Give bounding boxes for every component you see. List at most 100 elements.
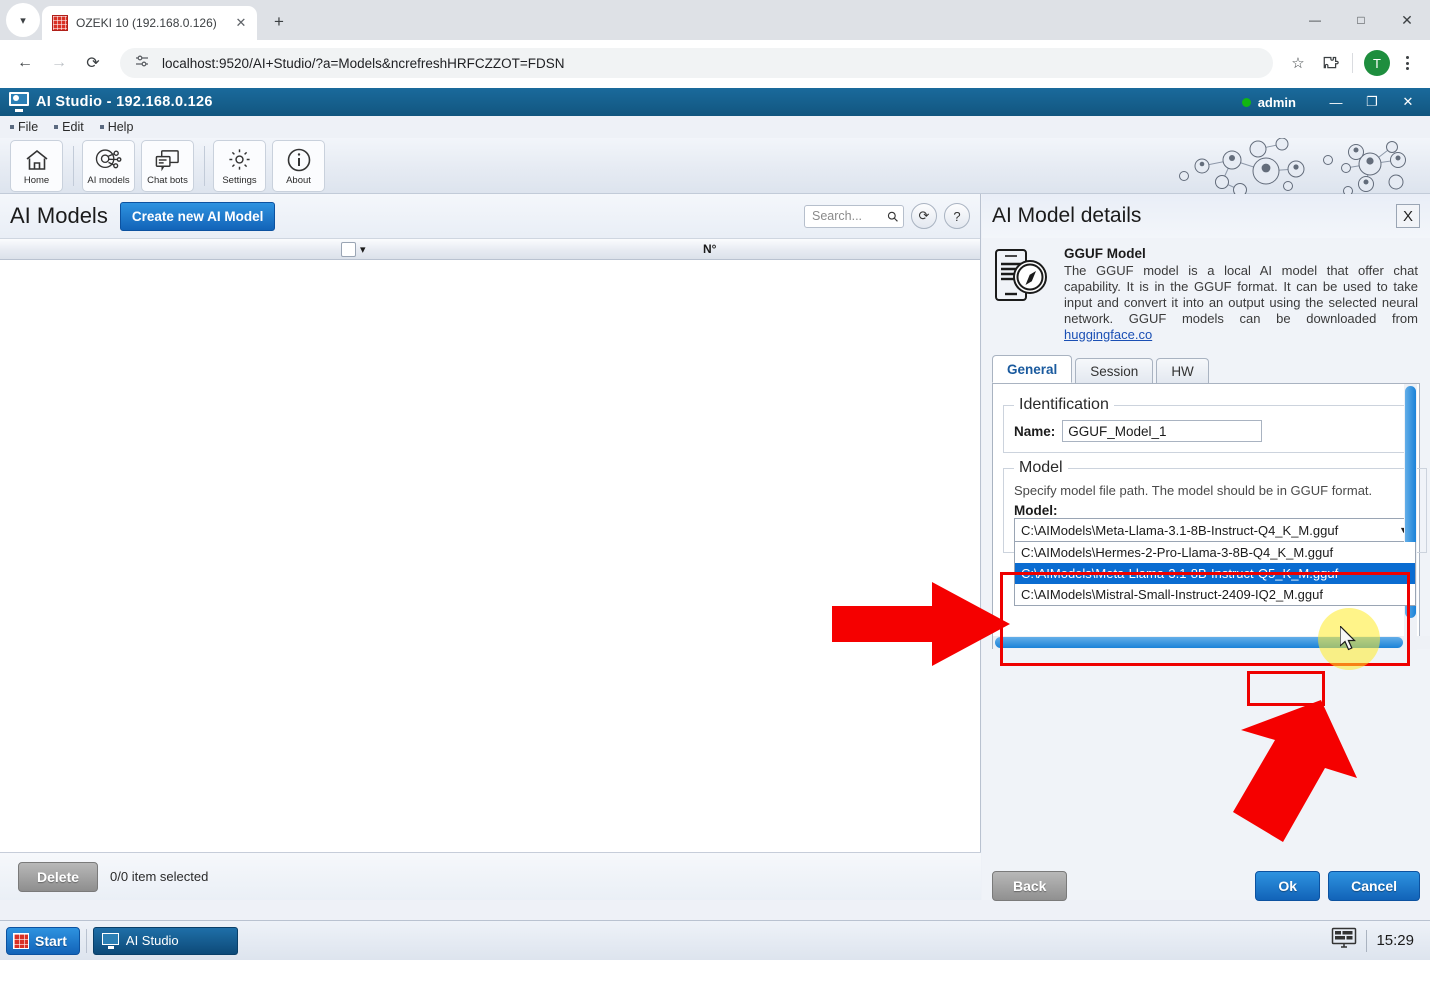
details-vertical-scrollbar[interactable] <box>1404 384 1417 650</box>
bookmark-star-icon[interactable]: ☆ <box>1283 48 1313 78</box>
tab-hw[interactable]: HW <box>1156 358 1209 383</box>
search-input[interactable] <box>810 208 887 224</box>
menu-bullet-icon <box>99 125 104 129</box>
ribbon-label-ai-models: AI models <box>87 174 130 186</box>
start-button[interactable]: Start <box>6 926 80 955</box>
help-icon[interactable]: ? <box>944 203 970 229</box>
app-minimize-button[interactable]: — <box>1318 88 1354 116</box>
new-tab-button[interactable]: + <box>265 8 293 36</box>
site-settings-icon[interactable] <box>134 53 152 74</box>
address-bar-url: localhost:9520/AI+Studio/?a=Models&ncref… <box>162 55 565 71</box>
browser-toolbar: ← → ⟳ localhost:9520/AI+Studio/?a=Models… <box>0 40 1430 86</box>
mouse-cursor-icon <box>1339 624 1358 657</box>
browser-tab-title: OZEKI 10 (192.168.0.126) <box>76 16 217 30</box>
app-close-button[interactable]: ✕ <box>1390 88 1426 116</box>
ozeki-favicon-icon <box>52 15 68 31</box>
model-select[interactable]: C:\AIModels\Meta-Llama-3.1-8B-Instruct-Q… <box>1014 518 1416 542</box>
start-label: Start <box>35 932 67 949</box>
browser-close-button[interactable]: ✕ <box>1384 0 1430 40</box>
ribbon-button-ai-models[interactable]: AI models <box>82 139 135 192</box>
toolbar-divider <box>1352 53 1353 73</box>
extensions-puzzle-icon[interactable] <box>1315 48 1345 78</box>
details-header: AI Model details X <box>982 194 1430 238</box>
model-kind-body: The GGUF model is a local AI model that … <box>1064 263 1418 326</box>
identification-group: Identification Name: <box>1003 396 1409 453</box>
close-icon[interactable]: X <box>1396 204 1420 228</box>
general-tab-panel: Identification Name: Model Specify model… <box>992 383 1430 650</box>
ribbon-button-chat-bots[interactable]: Chat bots <box>141 139 194 192</box>
name-label: Name: <box>1014 423 1056 439</box>
taskbar-divider <box>85 928 87 953</box>
tab-session[interactable]: Session <box>1075 358 1154 383</box>
forward-icon[interactable]: → <box>44 48 74 78</box>
browser-window-controls: — □ ✕ <box>1292 0 1430 40</box>
ok-button[interactable]: Ok <box>1255 871 1321 901</box>
details-horizontal-scrollbar[interactable] <box>993 636 1430 649</box>
menu-item-file[interactable]: File <box>6 119 46 135</box>
back-icon[interactable]: ← <box>10 48 40 78</box>
back-button[interactable]: Back <box>992 871 1068 901</box>
delete-button[interactable]: Delete <box>18 861 99 892</box>
tab-close-icon[interactable]: ✕ <box>231 13 251 33</box>
taskbar-item-label: AI Studio <box>125 933 179 948</box>
profile-avatar[interactable]: T <box>1364 50 1390 76</box>
address-bar[interactable]: localhost:9520/AI+Studio/?a=Models&ncref… <box>120 48 1273 78</box>
app-maximize-button[interactable]: ❐ <box>1354 88 1390 116</box>
browser-maximize-button[interactable]: □ <box>1338 0 1384 40</box>
gear-icon <box>227 146 252 174</box>
create-new-ai-model-button[interactable]: Create new AI Model <box>119 201 276 231</box>
app-menu-bar: File Edit Help <box>0 116 1430 138</box>
search-icon <box>887 211 898 222</box>
menu-bullet-icon <box>54 125 59 129</box>
model-legend: Model <box>1019 459 1063 476</box>
reload-icon[interactable]: ⟳ <box>78 48 108 78</box>
info-icon <box>286 146 312 174</box>
ribbon-button-about[interactable]: About <box>272 139 325 192</box>
model-dropdown-list[interactable]: C:\AIModels\Hermes-2-Pro-Llama-3-8B-Q4_K… <box>1014 542 1416 606</box>
ribbon-button-home[interactable]: Home <box>10 139 63 192</box>
chevron-down-icon[interactable]: ▾ <box>360 243 366 256</box>
model-group: Model Specify model file path. The model… <box>1003 459 1427 606</box>
browser-tab-strip: ▾ OZEKI 10 (192.168.0.126) ✕ + — □ ✕ <box>0 0 1430 40</box>
select-all-checkbox[interactable] <box>341 242 356 257</box>
chat-bots-icon <box>154 146 181 174</box>
tray-divider <box>1366 929 1368 952</box>
menu-item-help[interactable]: Help <box>96 119 142 135</box>
dropdown-option[interactable]: C:\AIModels\Mistral-Small-Instruct-2409-… <box>1015 584 1415 605</box>
browser-tab[interactable]: OZEKI 10 (192.168.0.126) ✕ <box>42 6 257 40</box>
dropdown-option[interactable]: C:\AIModels\Hermes-2-Pro-Llama-3-8B-Q4_K… <box>1015 542 1415 563</box>
taskbar-item-ai-studio[interactable]: AI Studio <box>92 926 238 955</box>
browser-menu-icon[interactable] <box>1394 48 1420 78</box>
menu-bullet-icon <box>10 125 14 129</box>
model-kind-text: The GGUF model is a local AI model that … <box>1064 263 1418 343</box>
browser-toolbar-right: ☆ T <box>1281 48 1420 78</box>
model-help-text: Specify model file path. The model shoul… <box>1014 483 1373 498</box>
refresh-icon[interactable]: ⟳ <box>911 203 937 229</box>
model-selected-value: C:\AIModels\Meta-Llama-3.1-8B-Instruct-Q… <box>1021 522 1339 538</box>
details-tabs: General Session HW <box>982 355 1430 383</box>
menu-item-edit-label: Edit <box>62 120 84 134</box>
page-title: AI Models <box>10 203 108 228</box>
logged-in-user[interactable]: admin <box>1258 95 1296 110</box>
menu-item-edit[interactable]: Edit <box>50 119 92 135</box>
app-ribbon-toolbar: Home AI models Chat bots Settings About <box>0 138 1430 194</box>
display-icon[interactable] <box>1331 927 1357 954</box>
ribbon-divider <box>204 145 205 186</box>
ai-studio-icon <box>101 932 120 949</box>
gguf-model-icon <box>992 246 1054 343</box>
huggingface-link[interactable]: huggingface.co <box>1064 327 1152 342</box>
browser-minimize-button[interactable]: — <box>1292 0 1338 40</box>
details-button-row: Back Ok Cancel <box>982 866 1430 906</box>
app-title-bar: AI Studio - 192.168.0.126 admin — ❐ ✕ <box>0 88 1430 116</box>
ribbon-label-home: Home <box>23 174 50 186</box>
dropdown-option-selected[interactable]: C:\AIModels\Meta-Llama-3.1-8B-Instruct-Q… <box>1015 563 1415 584</box>
tab-general[interactable]: General <box>992 355 1073 383</box>
clock[interactable]: 15:29 <box>1376 932 1414 949</box>
ai-models-header: AI Models Create new AI Model ⟳ ? <box>0 194 980 238</box>
column-header-number: N° <box>703 242 717 256</box>
ribbon-button-settings[interactable]: Settings <box>213 139 266 192</box>
cancel-button[interactable]: Cancel <box>1328 871 1420 901</box>
tab-search-chevron-icon[interactable]: ▾ <box>6 3 40 37</box>
name-input[interactable] <box>1062 420 1263 442</box>
search-box[interactable] <box>804 204 904 228</box>
